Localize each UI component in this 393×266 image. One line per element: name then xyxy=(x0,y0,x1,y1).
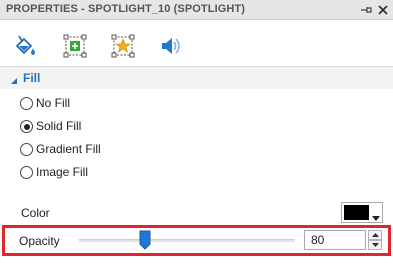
opacity-slider-thumb[interactable] xyxy=(139,230,151,250)
radio-label: Solid Fill xyxy=(36,119,82,133)
color-label: Color xyxy=(21,206,50,220)
panel-title-bar: PROPERTIES - SPOTLIGHT_10 (SPOTLIGHT) xyxy=(0,0,393,20)
radio-label: Gradient Fill xyxy=(36,142,101,156)
opacity-slider-track[interactable] xyxy=(79,239,295,242)
panel-title: PROPERTIES - SPOTLIGHT_10 (SPOTLIGHT) xyxy=(6,3,246,15)
opacity-label: Opacity xyxy=(19,234,60,248)
pin-icon[interactable] xyxy=(358,2,374,18)
radio-button[interactable] xyxy=(20,143,33,156)
resize-icon[interactable] xyxy=(62,33,88,59)
radio-label: Image Fill xyxy=(36,165,89,179)
fill-section-header[interactable]: Fill xyxy=(0,67,393,89)
radio-button[interactable] xyxy=(20,97,33,110)
radio-label: No Fill xyxy=(36,96,71,110)
properties-toolbar xyxy=(0,21,393,67)
radio-button[interactable] xyxy=(20,166,33,179)
opacity-input[interactable]: 80 xyxy=(304,230,366,250)
dropdown-arrow-icon[interactable] xyxy=(372,210,380,224)
audio-icon[interactable] xyxy=(158,33,184,59)
spin-up-button[interactable] xyxy=(368,230,382,240)
color-picker[interactable] xyxy=(341,202,383,223)
fill-section-label: Fill xyxy=(23,71,41,85)
color-swatch xyxy=(344,205,369,220)
spin-down-button[interactable] xyxy=(368,240,382,250)
fill-bucket-icon[interactable] xyxy=(12,33,38,59)
star-effect-icon[interactable] xyxy=(110,33,136,59)
close-icon[interactable] xyxy=(375,2,391,18)
collapse-arrow-icon[interactable] xyxy=(10,74,18,88)
radio-button-selected[interactable] xyxy=(20,120,33,133)
